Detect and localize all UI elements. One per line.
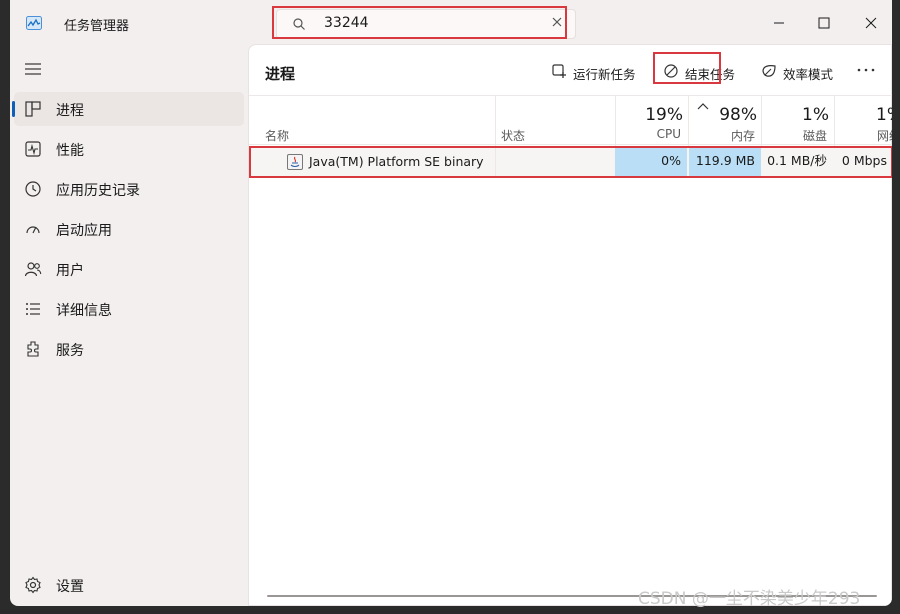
hamburger-menu-icon[interactable]	[24, 62, 42, 76]
users-icon	[24, 262, 42, 277]
column-separator	[495, 96, 496, 146]
processes-panel: 进程 运行新任务 结束任务 效率模式 名称 状态 19% CPU 98% 内存 …	[248, 44, 892, 606]
app-history-icon	[25, 181, 41, 197]
process-row-annotation-box	[249, 146, 892, 178]
network-usage-percent[interactable]: 1%	[835, 105, 892, 125]
gear-icon	[25, 576, 41, 594]
background-editor-right	[892, 0, 900, 614]
more-options-icon[interactable]	[855, 63, 877, 77]
details-icon	[26, 303, 40, 315]
active-indicator	[12, 101, 15, 117]
sidebar-item-services[interactable]: 服务	[14, 332, 244, 366]
sidebar-item-startup-apps[interactable]: 启动应用	[14, 212, 244, 246]
leaf-icon	[762, 65, 776, 77]
sidebar-item-label: 应用历史记录	[56, 183, 140, 199]
settings-label: 设置	[56, 579, 84, 595]
search-annotation-box	[272, 6, 567, 39]
page-title: 进程	[265, 65, 296, 83]
sidebar-item-label: 用户	[56, 263, 84, 279]
task-manager-window: 任务管理器 33244 进程 性能 应用历史记录 启动应用 用户 详细信息 服务…	[10, 0, 892, 606]
memory-usage-percent[interactable]: 98%	[689, 105, 757, 125]
column-header-memory[interactable]: 内存	[689, 127, 755, 144]
sidebar: 进程 性能 应用历史记录 启动应用 用户 详细信息 服务	[10, 46, 250, 606]
sidebar-item-details[interactable]: 详细信息	[14, 292, 244, 326]
column-header-name[interactable]: 名称	[265, 127, 289, 144]
sidebar-item-users[interactable]: 用户	[14, 252, 244, 286]
run-new-task-label: 运行新任务	[573, 67, 636, 82]
column-header-network[interactable]: 网络	[835, 127, 892, 144]
performance-icon	[25, 141, 41, 157]
efficiency-mode-button[interactable]: 效率模式	[753, 55, 853, 87]
run-new-task-icon	[552, 64, 566, 78]
minimize-button[interactable]	[764, 8, 794, 38]
sidebar-item-app-history[interactable]: 应用历史记录	[14, 172, 244, 206]
background-editor-left	[0, 0, 10, 614]
title-bar: 任务管理器 33244	[10, 0, 892, 46]
sidebar-item-label: 性能	[56, 143, 84, 159]
column-header-status[interactable]: 状态	[501, 127, 525, 144]
sidebar-item-performance[interactable]: 性能	[14, 132, 244, 166]
sidebar-item-settings[interactable]: 设置	[14, 568, 244, 598]
sidebar-item-label: 进程	[56, 103, 84, 119]
sidebar-item-label: 服务	[56, 343, 84, 359]
column-header-disk[interactable]: 磁盘	[761, 127, 827, 144]
cpu-usage-percent[interactable]: 19%	[615, 105, 683, 125]
run-new-task-button[interactable]: 运行新任务	[543, 55, 643, 87]
close-button[interactable]	[856, 8, 886, 38]
startup-apps-icon	[26, 226, 40, 234]
sidebar-item-processes[interactable]: 进程	[12, 92, 244, 126]
maximize-button[interactable]	[809, 8, 839, 38]
sidebar-item-label: 启动应用	[56, 223, 112, 239]
disk-usage-percent[interactable]: 1%	[761, 105, 829, 125]
table-header: 名称 状态 19% CPU 98% 内存 1% 磁盘 1% 网络	[249, 95, 892, 146]
efficiency-mode-label: 效率模式	[783, 67, 834, 82]
services-icon	[27, 341, 39, 357]
app-title: 任务管理器	[64, 19, 130, 34]
end-task-annotation-box	[653, 52, 721, 84]
processes-icon	[25, 101, 41, 117]
watermark-text: CSDN @一尘不染美少年293	[638, 589, 861, 609]
column-header-cpu[interactable]: CPU	[615, 127, 681, 141]
task-manager-app-icon	[26, 16, 42, 30]
sidebar-item-label: 详细信息	[56, 303, 112, 319]
